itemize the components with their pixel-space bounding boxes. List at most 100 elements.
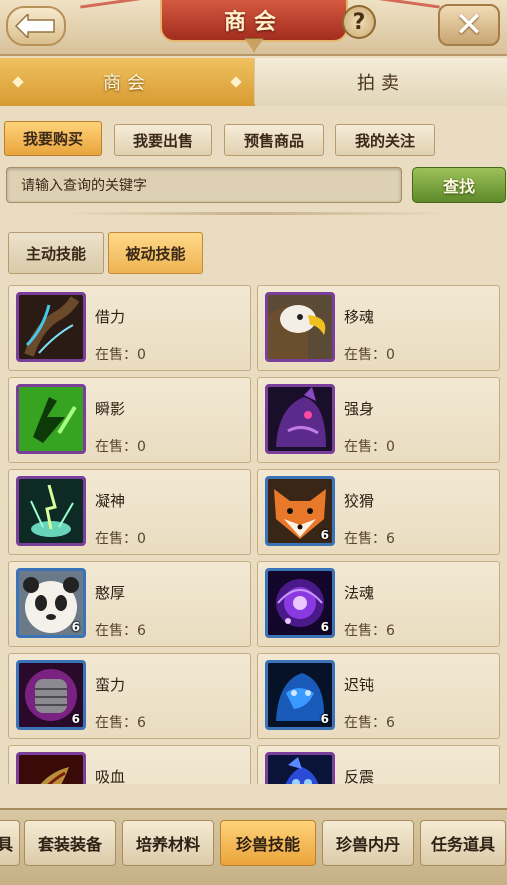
list-item[interactable]: 反震	[257, 745, 500, 784]
search-button-label: 查找	[442, 177, 475, 196]
tab-passive-skills[interactable]: 被动技能	[108, 232, 203, 274]
category-tab-label: 任务道具	[430, 835, 495, 854]
item-stock: 在售：0	[344, 439, 395, 455]
back-button[interactable]	[6, 6, 66, 46]
item-count-badge: 6	[71, 620, 80, 634]
fist-icon: 6	[16, 660, 86, 730]
list-item[interactable]: 移魂 在售：0	[257, 285, 500, 371]
category-tab-quest-items[interactable]: 任务道具	[420, 820, 506, 866]
item-name: 吸血	[95, 768, 126, 784]
panda-icon: 6	[16, 568, 86, 638]
category-tab-label: 珍兽技能	[235, 835, 300, 854]
list-item[interactable]: 借力 在售：0	[8, 285, 251, 371]
item-name: 强身	[344, 400, 375, 418]
header-decor-line	[80, 0, 160, 9]
help-icon: ?	[352, 9, 366, 35]
list-item[interactable]: 6 法魂 在售：6	[257, 561, 500, 647]
divider	[60, 212, 450, 215]
item-name: 蛮力	[95, 676, 126, 694]
item-name: 反震	[344, 768, 375, 784]
item-stock: 在售：0	[95, 439, 146, 455]
item-name: 瞬影	[95, 400, 126, 418]
item-name: 借力	[95, 308, 126, 326]
item-name: 法魂	[344, 584, 375, 602]
item-name: 狡猾	[344, 492, 375, 510]
subtab-presale[interactable]: 预售商品	[224, 124, 324, 156]
tab-active-skills-label: 主动技能	[25, 244, 86, 263]
search-placeholder: 请输入查询的关键字	[21, 178, 147, 194]
subtab-buy[interactable]: 我要购买	[4, 121, 102, 156]
item-count-badge: 6	[320, 528, 329, 542]
blue-spirit-icon	[265, 752, 335, 784]
purple-vortex-icon: 6	[265, 568, 335, 638]
header-decor-line	[360, 0, 440, 9]
item-name: 凝神	[95, 492, 126, 510]
list-item[interactable]: 凝神 在售：0	[8, 469, 251, 555]
list-item[interactable]: 6 迟钝 在售：6	[257, 653, 500, 739]
lightning-burst-icon	[16, 476, 86, 546]
category-tab-label: 具	[0, 835, 13, 854]
item-name: 移魂	[344, 308, 375, 326]
category-tab-equipment-sets[interactable]: 套装装备	[24, 820, 116, 866]
back-arrow-icon	[14, 14, 55, 38]
category-tab-pet-skills[interactable]: 珍兽技能	[220, 820, 316, 866]
list-item[interactable]: 6 憨厚 在售：6	[8, 561, 251, 647]
category-tab-label: 套装装备	[37, 835, 102, 854]
item-stock: 在售：6	[344, 715, 395, 731]
search-input[interactable]: 请输入查询的关键字	[6, 167, 402, 203]
item-list[interactable]: 借力 在售：0 移魂 在售：0 瞬影 在售：0 强身 在售：0 凝神 在售：0	[0, 280, 507, 784]
item-count-badge: 6	[320, 712, 329, 726]
category-tab-materials[interactable]: 培养材料	[122, 820, 214, 866]
demon-beast-icon	[265, 384, 335, 454]
item-count-badge: 6	[71, 712, 80, 726]
item-stock: 在售：0	[344, 347, 395, 363]
list-item[interactable]: 6 蛮力 在售：6	[8, 653, 251, 739]
list-item[interactable]: 强身 在售：0	[257, 377, 500, 463]
close-button[interactable]: ✕	[438, 4, 500, 46]
close-icon: ✕	[454, 5, 484, 45]
help-button[interactable]: ?	[342, 5, 376, 39]
category-tab-label: 珍兽内丹	[335, 835, 400, 854]
item-stock: 在售：6	[95, 623, 146, 639]
title-plate: 商会	[160, 0, 348, 42]
subtab-sell[interactable]: 我要出售	[114, 124, 212, 156]
top-tab-bar: 商会 拍卖	[0, 58, 507, 106]
subtab-watchlist[interactable]: 我的关注	[335, 124, 435, 156]
search-button[interactable]: 查找	[412, 167, 506, 203]
tab-active-skills[interactable]: 主动技能	[8, 232, 104, 274]
item-name: 迟钝	[344, 676, 375, 694]
tab-shop-label: 商会	[103, 73, 151, 94]
subtab-sell-label: 我要出售	[132, 131, 193, 150]
eagle-icon	[265, 292, 335, 362]
shadow-step-icon	[16, 384, 86, 454]
tab-passive-skills-label: 被动技能	[125, 244, 186, 263]
category-tab-label: 培养材料	[135, 835, 200, 854]
page-title: 商会	[223, 10, 284, 35]
fox-icon: 6	[265, 476, 335, 546]
title-ornament-icon	[244, 38, 264, 52]
tab-auction[interactable]: 拍卖	[255, 58, 507, 106]
item-stock: 在售：0	[95, 531, 146, 547]
blue-creature-icon: 6	[265, 660, 335, 730]
tree-root-icon	[16, 292, 86, 362]
item-count-badge: 6	[320, 620, 329, 634]
item-stock: 在售：6	[95, 715, 146, 731]
subtab-watchlist-label: 我的关注	[354, 131, 415, 150]
claw-icon	[16, 752, 86, 784]
diamond-right-icon	[230, 76, 242, 88]
header-bar: 商会 ? ✕	[0, 0, 507, 56]
item-stock: 在售：6	[344, 623, 395, 639]
item-stock: 在售：0	[95, 347, 146, 363]
category-tab-pet-cores[interactable]: 珍兽内丹	[322, 820, 414, 866]
item-name: 憨厚	[95, 584, 126, 602]
subtab-presale-label: 预售商品	[243, 131, 304, 150]
list-item[interactable]: 吸血	[8, 745, 251, 784]
item-stock: 在售：6	[344, 531, 395, 547]
tab-shop[interactable]: 商会	[0, 58, 254, 106]
category-tab-tools-partial[interactable]: 具	[0, 820, 20, 866]
subtab-buy-label: 我要购买	[22, 130, 83, 148]
diamond-left-icon	[12, 76, 24, 88]
tab-auction-label: 拍卖	[357, 73, 405, 94]
list-item[interactable]: 6 狡猾 在售：6	[257, 469, 500, 555]
list-item[interactable]: 瞬影 在售：0	[8, 377, 251, 463]
